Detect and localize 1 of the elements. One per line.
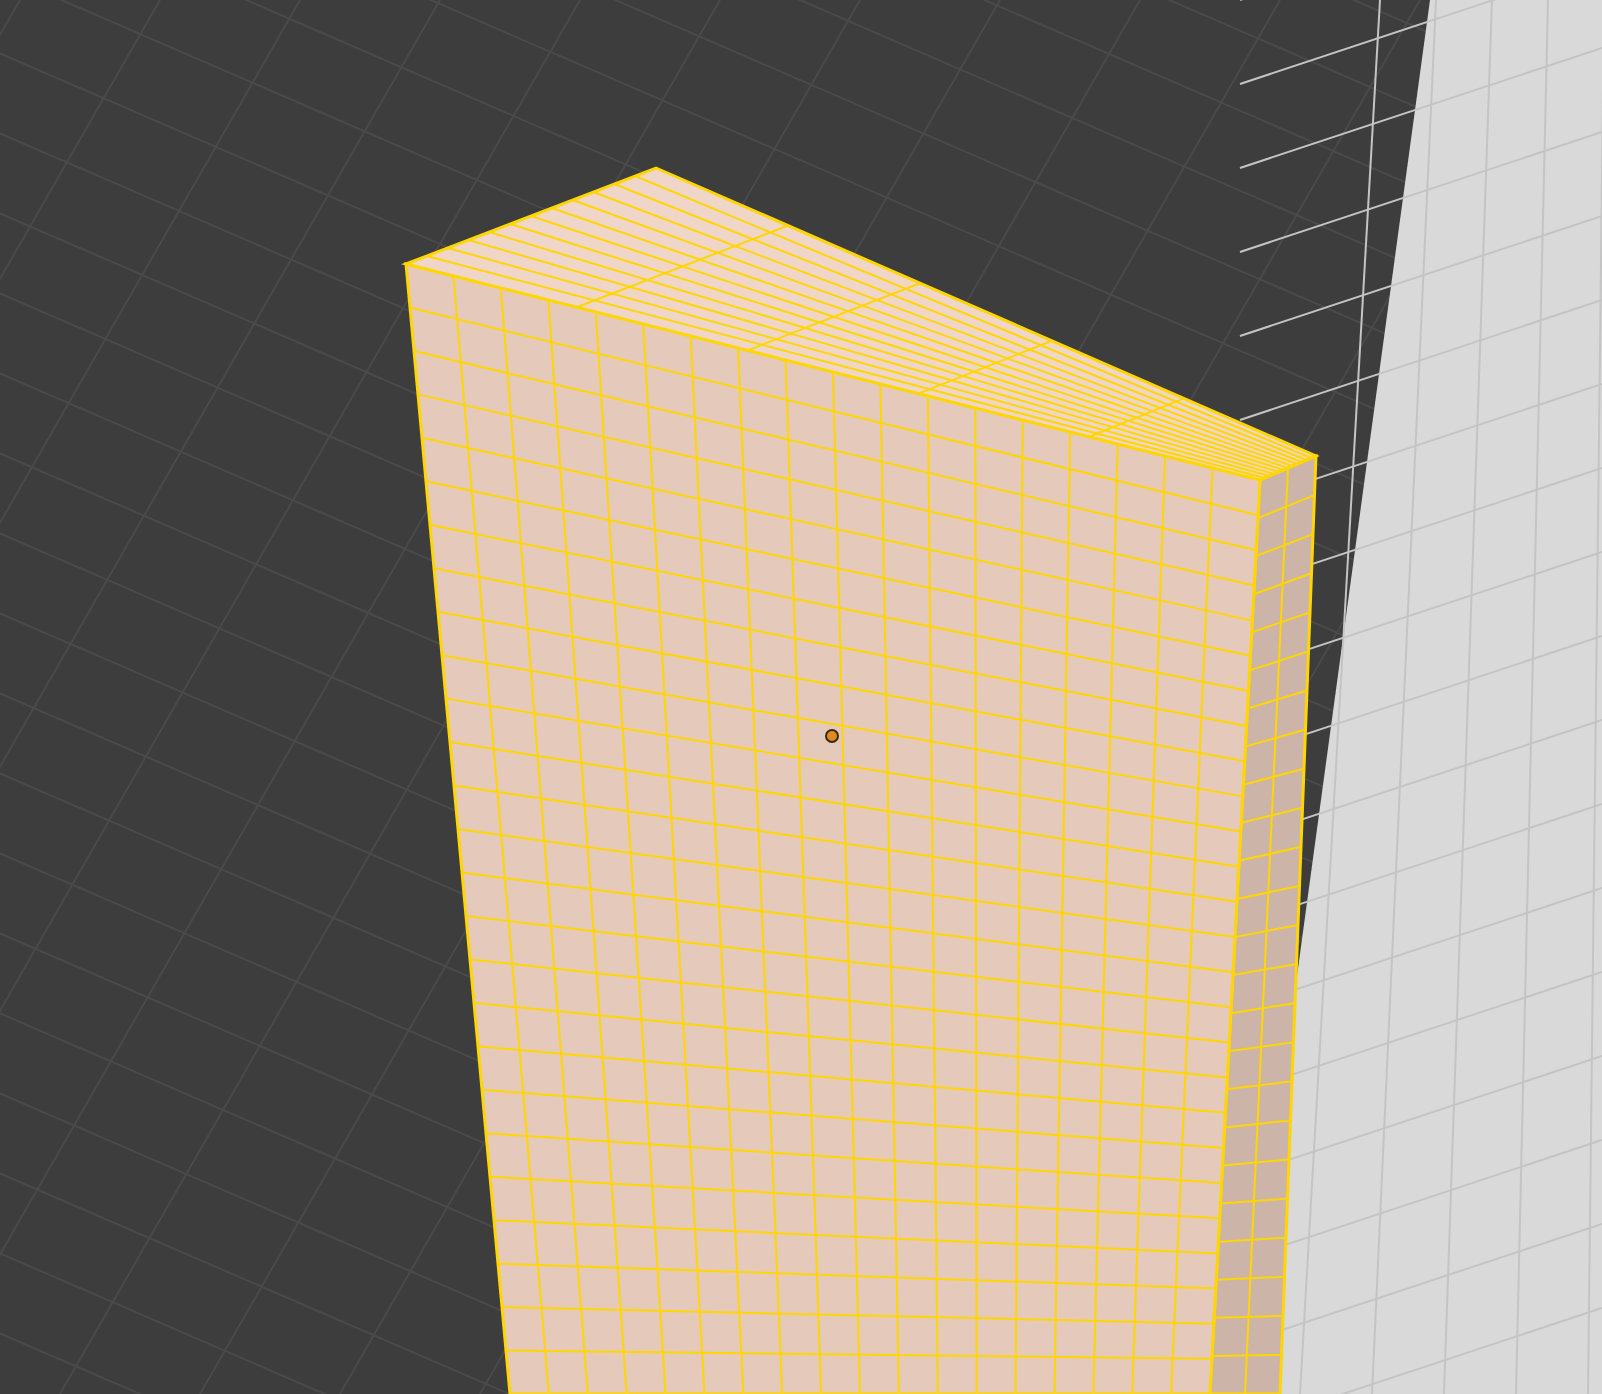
origin-point-icon: [825, 729, 839, 743]
